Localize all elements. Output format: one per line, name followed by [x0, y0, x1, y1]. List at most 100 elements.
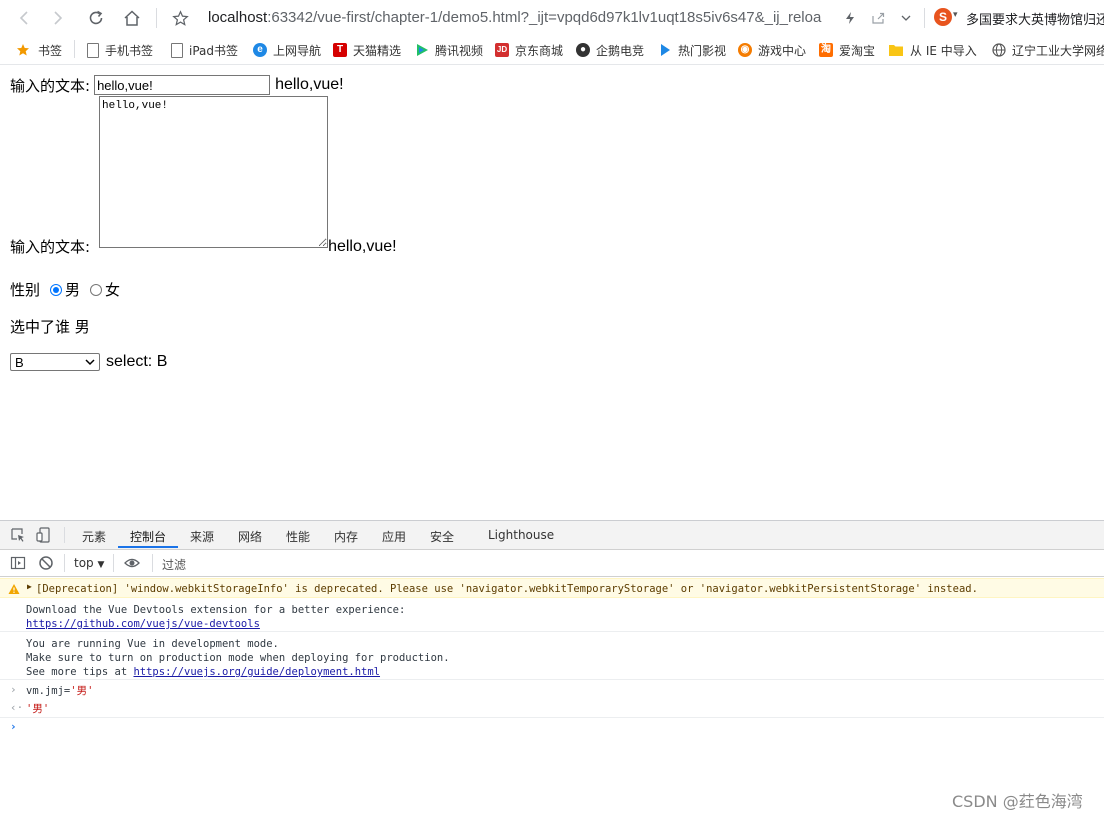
select-echo: select: B: [106, 353, 168, 370]
devtools-tab-bar: 元素 控制台 来源 网络 性能 内存 应用 安全 Lighthouse: [0, 521, 1104, 550]
bookmark-label: 天猫精选: [353, 43, 402, 58]
tencent-video-icon: [417, 44, 428, 56]
devtools-text: Download the Vue Devtools extension for …: [26, 604, 406, 616]
eye-icon[interactable]: [124, 555, 140, 571]
home-icon: [124, 10, 140, 26]
textarea-input[interactable]: [99, 96, 328, 248]
address-dropdown-button[interactable]: [894, 6, 918, 30]
tab-console[interactable]: 控制台: [130, 528, 166, 545]
sogou-caret-icon[interactable]: ▾: [953, 10, 958, 20]
bookmark-item-jd[interactable]: JD 京东商城: [495, 42, 563, 58]
result-value: '男': [26, 703, 50, 715]
bookmark-item-taobao[interactable]: 淘 爱淘宝: [819, 42, 875, 58]
command-value: '男': [70, 685, 94, 697]
console-prompt[interactable]: ›: [0, 719, 1104, 737]
bookmark-divider: [74, 40, 75, 58]
tab-memory[interactable]: 内存: [334, 528, 358, 545]
tab-lighthouse[interactable]: Lighthouse: [488, 528, 554, 542]
chevron-down-icon: [85, 359, 95, 366]
back-button[interactable]: [12, 6, 36, 30]
browser-toolbar: localhost:63342/vue-first/chapter-1/demo…: [0, 0, 1104, 37]
expand-caret-icon[interactable]: ▶: [27, 582, 32, 591]
bookmark-item-shuqian[interactable]: 书签: [16, 42, 62, 58]
bookmark-label: 上网导航: [273, 43, 322, 58]
tablet-icon: [171, 42, 183, 58]
phone-icon: [87, 42, 99, 58]
devtools-panel: 元素 控制台 来源 网络 性能 内存 应用 安全 Lighthouse top …: [0, 520, 1104, 817]
penguin-icon: ●: [576, 43, 590, 57]
dev-mode-text-1: You are running Vue in development mode.: [26, 638, 279, 650]
bookmarks-bar: 书签 手机书签 iPad书签 e 上网导航 T 天猫精选 腾讯视频 JD 京东商…: [0, 36, 1104, 65]
jd-icon: JD: [495, 43, 509, 57]
bookmark-item-esports[interactable]: ● 企鹅电竞: [576, 42, 644, 58]
tab-performance[interactable]: 性能: [286, 528, 310, 545]
radio-male[interactable]: [50, 283, 63, 296]
tab-sources[interactable]: 来源: [190, 528, 214, 545]
bookmark-item-tmall[interactable]: T 天猫精选: [333, 42, 401, 58]
console-toolbar-divider-3: [152, 554, 153, 572]
bookmark-star-button[interactable]: [168, 6, 192, 30]
lightning-icon: [846, 12, 854, 24]
bookmark-item-games[interactable]: ◉ 游戏中心: [738, 42, 806, 58]
text-input[interactable]: [94, 75, 271, 95]
radio-female-label[interactable]: 女: [105, 279, 120, 300]
address-bar[interactable]: localhost:63342/vue-first/chapter-1/demo…: [208, 8, 828, 28]
tab-elements[interactable]: 元素: [82, 528, 106, 545]
lightning-button[interactable]: [838, 6, 862, 30]
forward-arrow-icon: [54, 11, 63, 25]
reload-button[interactable]: [84, 6, 108, 30]
bookmark-item-university[interactable]: 辽宁工业大学网络: [992, 42, 1104, 58]
chevron-down-icon: ▼: [97, 560, 105, 570]
bookmark-label: 书签: [38, 43, 63, 58]
console-filter-input[interactable]: 过滤: [162, 556, 186, 573]
device-toggle-icon[interactable]: [36, 527, 52, 543]
textarea-label: 输入的文本:: [10, 238, 91, 256]
console-toolbar: top ▼ 过滤: [0, 550, 1104, 577]
prompt-caret-icon: ›: [10, 720, 17, 733]
deployment-link[interactable]: https://vuejs.org/guide/deployment.html: [133, 666, 380, 678]
textarea-row: 输入的文本: hello,vue!: [10, 236, 397, 257]
sogou-logo-icon[interactable]: S: [934, 8, 952, 26]
forward-button[interactable]: [46, 6, 70, 30]
console-command: › vm.jmj='男': [0, 682, 1104, 700]
bookmark-item-ipad[interactable]: iPad书签: [171, 42, 238, 58]
toolbar-divider: [156, 8, 157, 28]
sidebar-toggle-icon[interactable]: [10, 555, 26, 571]
csdn-watermark: CSDN @荭色海湾: [952, 792, 1083, 811]
context-selector[interactable]: top ▼: [74, 556, 104, 570]
devtools-link[interactable]: https://github.com/vuejs/vue-devtools: [26, 618, 260, 630]
tab-network[interactable]: 网络: [238, 528, 262, 545]
home-button[interactable]: [120, 6, 144, 30]
bookmark-label: 热门影视: [678, 43, 727, 58]
clear-console-icon[interactable]: [38, 555, 54, 571]
warning-icon: [8, 584, 20, 594]
bookmark-item-nav[interactable]: e 上网导航: [253, 42, 321, 58]
share-button[interactable]: [866, 6, 890, 30]
tab-security[interactable]: 安全: [430, 528, 454, 545]
devtools-divider: [64, 527, 65, 543]
bookmark-item-tencent-video[interactable]: 腾讯视频: [415, 42, 483, 58]
globe-icon: [992, 43, 1006, 57]
address-path: :63342/vue-first/chapter-1/demo5.html?_i…: [267, 9, 822, 26]
result-arrow-icon: ‹·: [10, 701, 24, 714]
bookmark-label: 从 IE 中导入: [910, 43, 977, 58]
bookmark-item-movies[interactable]: 热门影视: [658, 42, 726, 58]
tmall-icon: T: [333, 43, 347, 57]
letter-select[interactable]: B: [10, 353, 100, 371]
bookmark-item-ie-import[interactable]: 从 IE 中导入: [888, 42, 977, 58]
input-prompt-icon: ›: [10, 683, 17, 696]
bookmark-item-mobile[interactable]: 手机书签: [87, 42, 153, 58]
select-value: B: [15, 354, 24, 370]
gender-label: 性别: [10, 281, 41, 299]
inspect-element-icon[interactable]: [10, 527, 26, 543]
dev-mode-text-2: Make sure to turn on production mode whe…: [26, 652, 450, 664]
radio-female[interactable]: [90, 283, 103, 296]
console-output: ▶ [Deprecation] 'window.webkitStorageInf…: [0, 577, 1104, 817]
warning-text: [Deprecation] 'window.webkitStorageInfo'…: [36, 583, 978, 595]
news-ticker[interactable]: 多国要求大英博物馆归还: [966, 9, 1104, 28]
bookmark-label: 企鹅电竞: [596, 43, 645, 58]
command-prefix: vm.jmj=: [26, 685, 71, 697]
tab-application[interactable]: 应用: [382, 528, 406, 545]
radio-male-label[interactable]: 男: [65, 279, 80, 300]
chevron-down-icon: [901, 15, 911, 21]
